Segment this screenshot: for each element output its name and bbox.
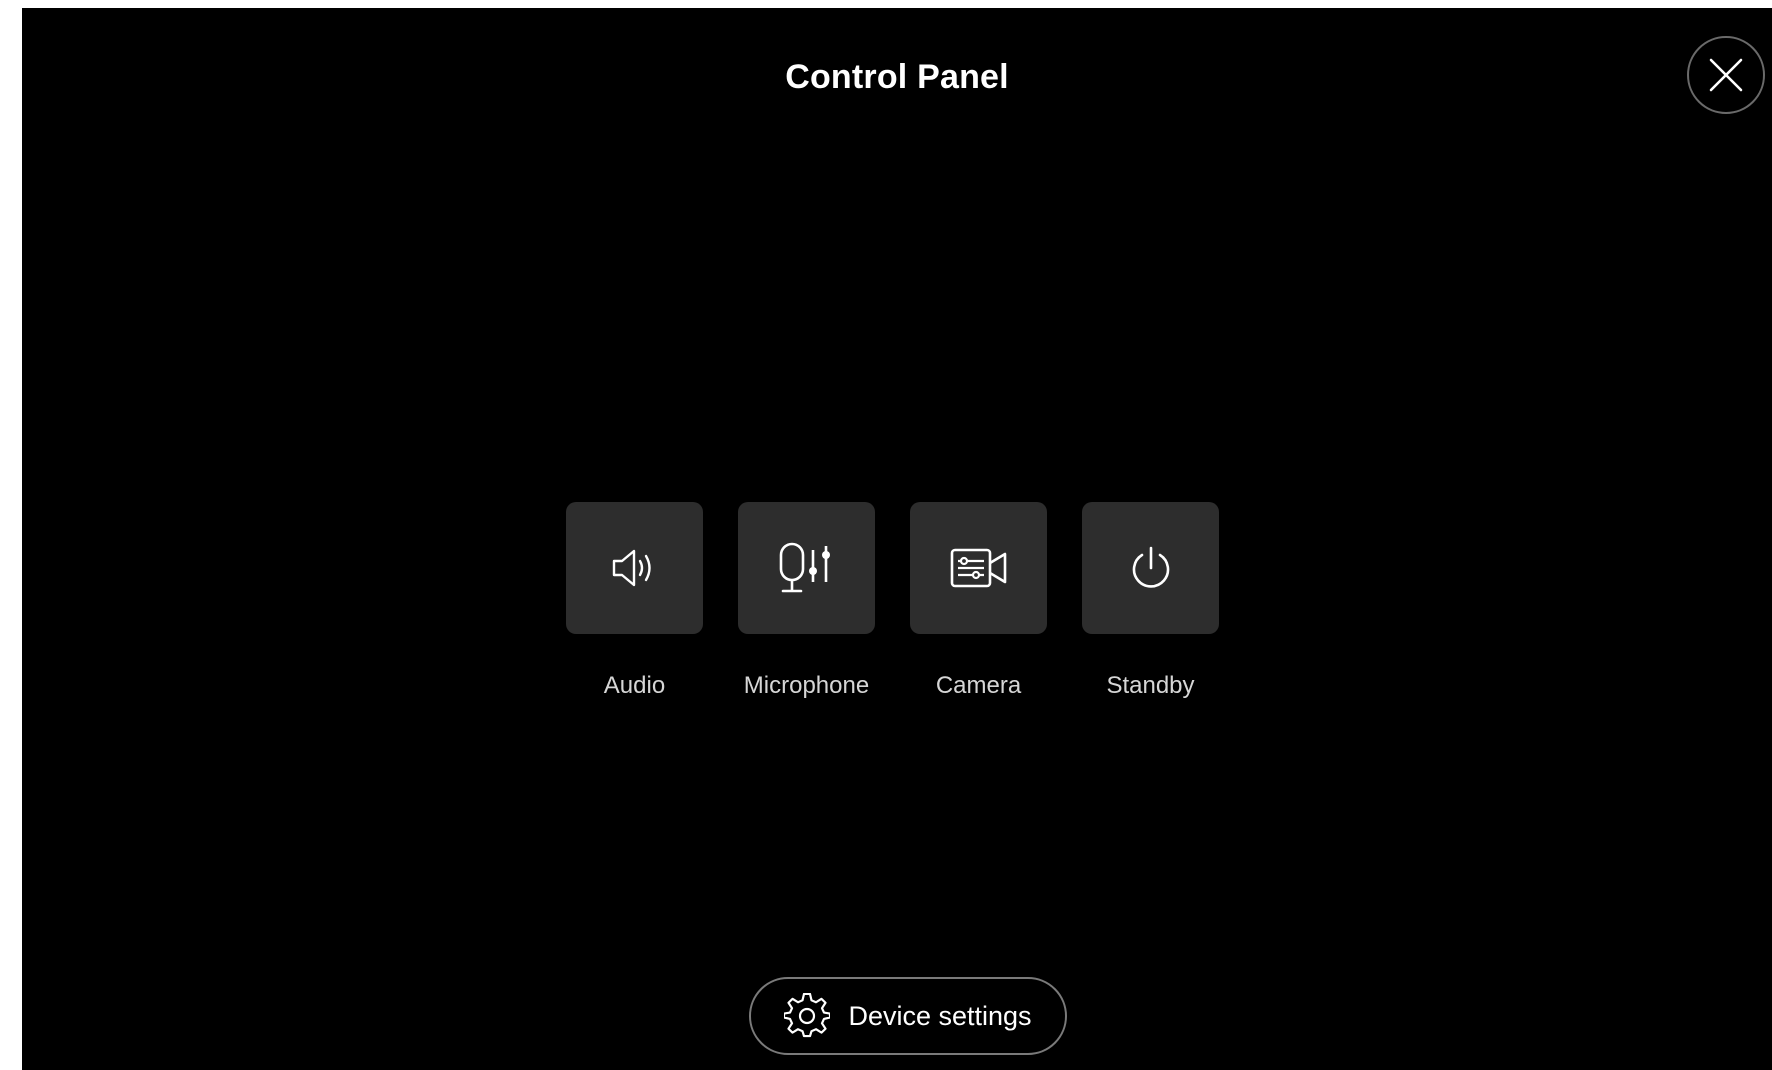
standby-control[interactable]: Standby <box>1082 502 1219 700</box>
control-panel-screen: Control Panel Audio Microphone Camera St… <box>22 8 1772 1070</box>
close-icon <box>1707 56 1745 94</box>
close-button[interactable] <box>1687 36 1765 114</box>
gear-icon <box>784 993 831 1039</box>
speaker-icon <box>610 546 660 590</box>
audio-control[interactable]: Audio <box>566 502 703 700</box>
standby-button[interactable] <box>1082 502 1219 634</box>
device-settings-button[interactable]: Device settings <box>749 977 1067 1055</box>
power-icon <box>1127 544 1175 592</box>
audio-label: Audio <box>603 672 666 699</box>
camera-settings-icon <box>949 546 1009 590</box>
page-title: Control Panel <box>785 58 1009 96</box>
audio-button[interactable] <box>566 502 703 634</box>
standby-label: Standby <box>1106 672 1195 699</box>
camera-label: Camera <box>935 672 1022 699</box>
microphone-button[interactable] <box>738 502 875 634</box>
microphone-control[interactable]: Microphone <box>738 502 875 700</box>
controls-row: Audio Microphone Camera Standby <box>566 502 1219 700</box>
microphone-settings-icon <box>775 540 839 596</box>
device-settings-label: Device settings <box>848 1000 1032 1031</box>
microphone-label: Microphone <box>743 672 870 699</box>
camera-button[interactable] <box>910 502 1047 634</box>
camera-control[interactable]: Camera <box>910 502 1047 700</box>
